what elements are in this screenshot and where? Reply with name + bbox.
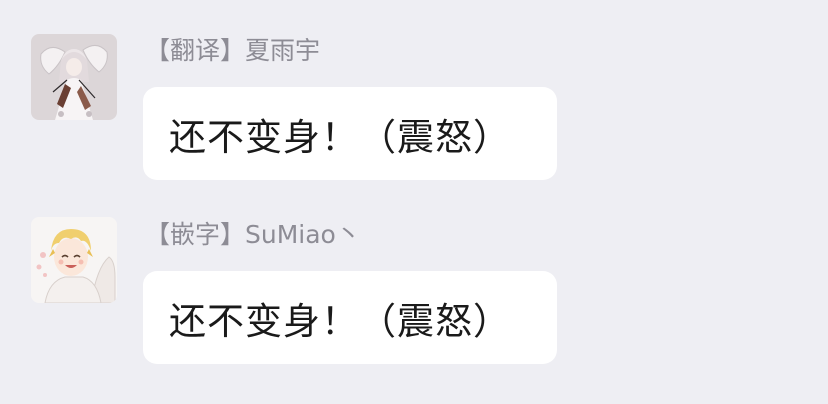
message-text: 还不变身！（震怒） [169,115,511,159]
smiling-boy-avatar-icon [31,217,117,303]
message-bubble[interactable]: 还不变身！（震怒） [143,271,557,364]
sender-name: 【翻译】夏雨宇 [145,36,321,65]
message-text: 还不变身！（震怒） [169,299,511,343]
sender-name: 【嵌字】SuMiao丶 [145,220,361,249]
avatar[interactable] [31,217,117,303]
message-bubble[interactable]: 还不变身！（震怒） [143,87,557,180]
avatar[interactable] [31,34,117,120]
anime-girl-avatar-icon [31,34,117,120]
